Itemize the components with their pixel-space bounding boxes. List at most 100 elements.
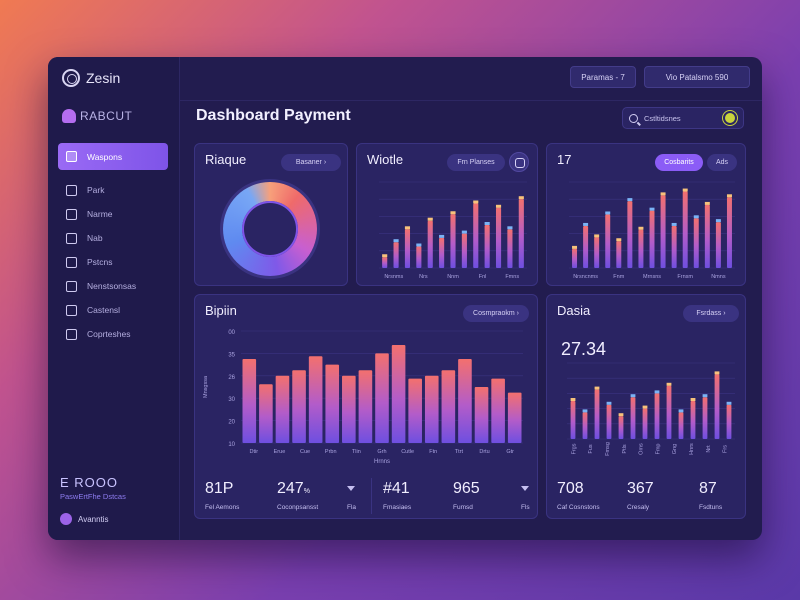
small17-tab[interactable]: Ads [707,154,737,171]
sidebar-nav: Waspons Park Narme Nab Pstcns Nenstsonsa… [58,143,168,346]
sidebar-item-3[interactable]: Nab [58,226,168,250]
sidebar-item-label: Waspons [87,151,123,162]
search-icon [629,113,638,123]
card-title: Riaque [205,152,247,167]
bar-cap [671,222,677,226]
sidebar-item-label: Nab [87,233,103,243]
box-icon [66,208,77,220]
bar-cap [630,394,636,398]
bar-cap [393,239,399,243]
x-tick-label: Erue [274,449,286,455]
stat-label: Caf Cosnstons [557,504,600,511]
sidebar-item-7[interactable]: Coprteshes [58,322,168,346]
bar [678,412,684,439]
x-tick-label: Fmsg [605,442,611,456]
sidebar-item-label: Castensl [87,305,121,315]
chevron-down-icon[interactable] [347,486,355,491]
bigbar-stats: 81P Fel Aemons 247% Coconpsansst Fla #41… [195,470,537,518]
sidebar-item-0[interactable]: Waspons [58,143,168,170]
bigbar-card: Bipiin Cosmpraokm › 00 35 26 30 20 10 Dtir Erue… [194,294,538,519]
topbar-button-2[interactable]: Vio Patalsmo 590 [644,66,750,88]
sidebar-item-2[interactable]: Narme [58,202,168,226]
logo-icon [62,69,80,87]
x-tick-label: Nrt [706,445,712,453]
card-title: Dasia [557,303,591,318]
bigbar-chart: 00 35 26 30 20 10 Dtir Erue Cue Prbn Tlin Grh Cutle F… [203,330,523,465]
workspace-switcher[interactable]: RABCUT [62,109,132,123]
bar [714,374,720,439]
monitor-icon [66,304,77,316]
x-tick-label: Gng [672,444,678,454]
stat-label: Fumsd [453,504,473,511]
x-tick-label: Nrsncnms [573,274,598,280]
stat-value: 965 [453,480,480,497]
bar-cap [594,234,600,238]
bar [570,401,576,439]
bar-cap [715,219,721,223]
search-box[interactable]: Cstltidsnes [622,107,744,129]
bar-cap [682,188,688,192]
dasia-card: Dasia Fsrdass › 27.34 Frgs Fus Fmsg Ptls Oms… [546,294,746,519]
bar [715,222,721,268]
x-tick-label: Nrs [419,274,428,280]
bar-cap [427,217,433,221]
sidebar-item-4[interactable]: Pstcns [58,250,168,274]
y-tick-label: 35 [228,352,235,358]
bar-cap [518,196,524,200]
bar-cap [638,226,644,230]
x-tick-label: Fnl [479,274,487,280]
stat-value: 708 [557,480,584,497]
bar-cap [416,243,422,247]
x-axis-label: Hrnns [374,459,390,465]
bar-cap [693,215,699,219]
x-tick-label: Fmns [505,274,519,280]
x-tick-label: Fmp [655,444,661,455]
sidebar-item-1[interactable]: Park [58,178,168,202]
search-submit-button[interactable] [723,111,737,125]
bar-cap [726,401,732,405]
topbar-button-1[interactable]: Paramas - 7 [570,66,636,88]
settings-icon[interactable] [509,152,529,172]
bar [292,370,306,443]
sidebar-item-5[interactable]: Nenstsonsas [58,274,168,298]
logo[interactable]: Zesin [62,69,120,87]
card-title: Bipiin [205,303,237,318]
bar-cap [618,413,624,417]
x-tick-label: Prbn [325,449,337,455]
workspace-name: RABCUT [80,109,133,123]
stat-value: 367 [627,480,654,497]
sidebar-item-6[interactable]: Castensl [58,298,168,322]
bar [582,412,588,439]
card-title: 17 [557,152,572,167]
dasia-dropdown[interactable]: Fsrdass › [683,305,739,322]
bar-cap [690,398,696,401]
x-tick-label: Oms [639,443,645,455]
bar [654,393,660,439]
bar [671,225,677,268]
bar [491,378,505,443]
avatar [60,513,72,525]
bar-cap [450,211,456,215]
sidebar-item-label: Park [87,185,105,195]
small17-tab-active[interactable]: Cosbarits [655,154,703,171]
footer-brand: E ROOO [60,475,119,490]
bar [649,210,655,268]
donut-card-dropdown[interactable]: Basaner › [281,154,341,171]
stat-label: Cresaly [627,504,650,511]
bar [606,404,612,439]
user-profile[interactable]: Avanntis [60,513,126,525]
bar-cap [678,409,684,413]
bigbar-dropdown[interactable]: Cosmpraokm › [463,305,529,322]
bar [427,220,433,268]
bar [408,378,422,443]
bar [666,385,672,439]
search-placeholder: Cstltidsnes [644,113,681,123]
bar-cap [606,401,612,405]
bar [616,241,622,268]
x-tick-label: Frgs [571,443,577,454]
chevron-down-icon[interactable] [521,486,529,491]
x-tick-label: Nnm [447,274,459,280]
sidebar: Zesin RABCUT Waspons Park Narme Nab Pstc… [48,57,180,540]
bar-cap [654,390,660,394]
wiotle-filter[interactable]: Frn Planses [447,154,505,171]
